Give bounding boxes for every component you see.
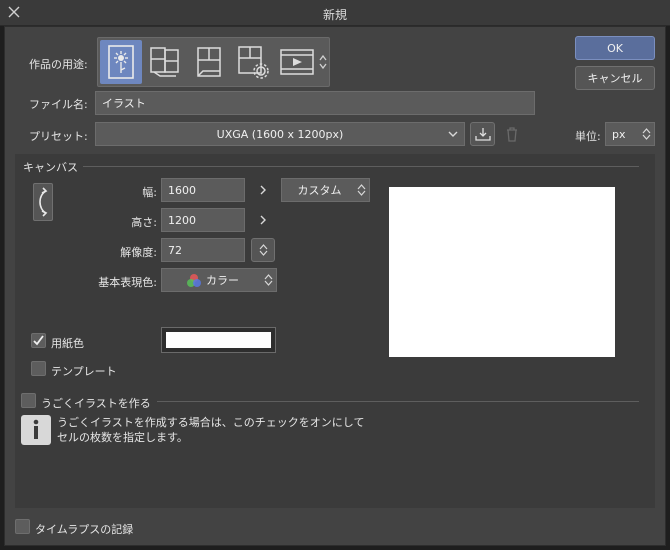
filename-field[interactable]: イラスト	[95, 91, 535, 115]
save-preset-button[interactable]	[470, 122, 495, 146]
section-divider	[83, 166, 639, 167]
animated-checkbox[interactable]	[21, 393, 36, 408]
chevron-down-icon	[448, 131, 458, 137]
purpose-label: 作品の用途:	[29, 58, 88, 71]
info-glyph	[33, 419, 39, 439]
chevron-up-icon	[642, 128, 650, 134]
comic-icon	[150, 47, 179, 77]
color-mode-label: 基本表現色:	[98, 276, 157, 289]
save-preset-icon	[474, 128, 491, 141]
page-icon	[197, 47, 221, 77]
chevron-up-icon	[264, 274, 272, 280]
chevron-down-icon	[319, 63, 327, 70]
checkmark-icon	[33, 335, 44, 346]
info-text-line2: セルの枚数を指定します。	[57, 431, 188, 444]
rotate-icon	[39, 187, 48, 217]
color-mode-stepper	[263, 272, 273, 288]
preset-select[interactable]: UXGA (1600 x 1200px)	[95, 122, 465, 146]
paper-color-label: 用紙色	[51, 337, 84, 350]
purpose-selector	[97, 37, 330, 87]
chevron-up-icon	[319, 54, 327, 61]
chevron-right-icon[interactable]	[259, 214, 267, 226]
chevron-down-icon	[264, 280, 272, 286]
width-field[interactable]: 1600	[161, 178, 245, 202]
color-mode-select[interactable]: カラー	[161, 268, 277, 292]
canvas-preview	[389, 187, 615, 357]
filename-label: ファイル名:	[29, 98, 88, 111]
animated-label: うごくイラストを作る	[41, 397, 151, 410]
purpose-page[interactable]	[188, 40, 230, 84]
paper-color-checkbox[interactable]	[31, 333, 46, 348]
chevron-up-icon	[357, 184, 365, 190]
trash-icon	[507, 127, 517, 142]
page-settings-icon	[238, 46, 269, 79]
purpose-page-settings[interactable]	[232, 40, 274, 84]
resolution-field[interactable]: 72	[161, 238, 245, 262]
height-label: 高さ:	[131, 216, 157, 229]
template-label: テンプレート	[51, 365, 117, 378]
height-field[interactable]: 1200	[161, 208, 245, 232]
width-label: 幅:	[142, 186, 157, 199]
new-document-dialog: 作品の用途: OK キャンセル ファイル名: イラスト プリセット: UXGA …	[4, 26, 666, 546]
purpose-animation[interactable]	[276, 40, 318, 84]
info-text: うごくイラストを作成する場合は、このチェックをオンにして セルの枚数を指定します…	[57, 415, 364, 445]
film-icon	[280, 49, 314, 75]
chevron-down-icon	[642, 134, 650, 140]
cancel-button[interactable]: キャンセル	[575, 66, 655, 90]
purpose-illustration[interactable]	[100, 40, 142, 84]
chevron-down-icon	[259, 250, 267, 256]
delete-preset-button[interactable]	[501, 122, 523, 146]
chevron-down-icon	[357, 190, 365, 196]
preset-value: UXGA (1600 x 1200px)	[216, 127, 344, 141]
unit-label: 単位:	[575, 130, 601, 143]
rgb-circles-icon	[187, 274, 201, 287]
purpose-comic[interactable]	[144, 40, 186, 84]
unit-select[interactable]: px	[605, 122, 655, 146]
resolution-label: 解像度:	[120, 246, 157, 259]
canvas-section-title: キャンバス	[23, 161, 78, 174]
chevron-up-icon	[259, 244, 267, 250]
unit-value: px	[612, 127, 626, 141]
resolution-stepper[interactable]	[251, 238, 275, 262]
chevron-right-icon[interactable]	[259, 184, 267, 196]
size-preset-value: カスタム	[297, 184, 342, 197]
orientation-button[interactable]	[33, 183, 53, 221]
size-preset-select[interactable]: カスタム	[281, 178, 370, 202]
unit-stepper	[641, 126, 651, 142]
paper-color-fill	[166, 332, 271, 348]
timelapse-label: タイムラプスの記録	[35, 523, 134, 536]
window-title: 新規	[322, 8, 347, 22]
illustration-icon	[108, 45, 134, 79]
info-text-line1: うごくイラストを作成する場合は、このチェックをオンにして	[57, 416, 365, 429]
preset-label: プリセット:	[29, 130, 88, 143]
purpose-scroll[interactable]	[317, 46, 329, 78]
ok-button[interactable]: OK	[575, 36, 655, 60]
timelapse-checkbox[interactable]	[15, 519, 30, 534]
size-preset-stepper	[356, 182, 366, 198]
info-icon	[21, 415, 51, 445]
color-mode-value: カラー	[206, 274, 239, 287]
template-checkbox[interactable]	[31, 361, 46, 376]
paper-color-swatch[interactable]	[161, 327, 276, 353]
title-bar: 新規	[0, 0, 670, 26]
section-divider	[157, 401, 639, 402]
